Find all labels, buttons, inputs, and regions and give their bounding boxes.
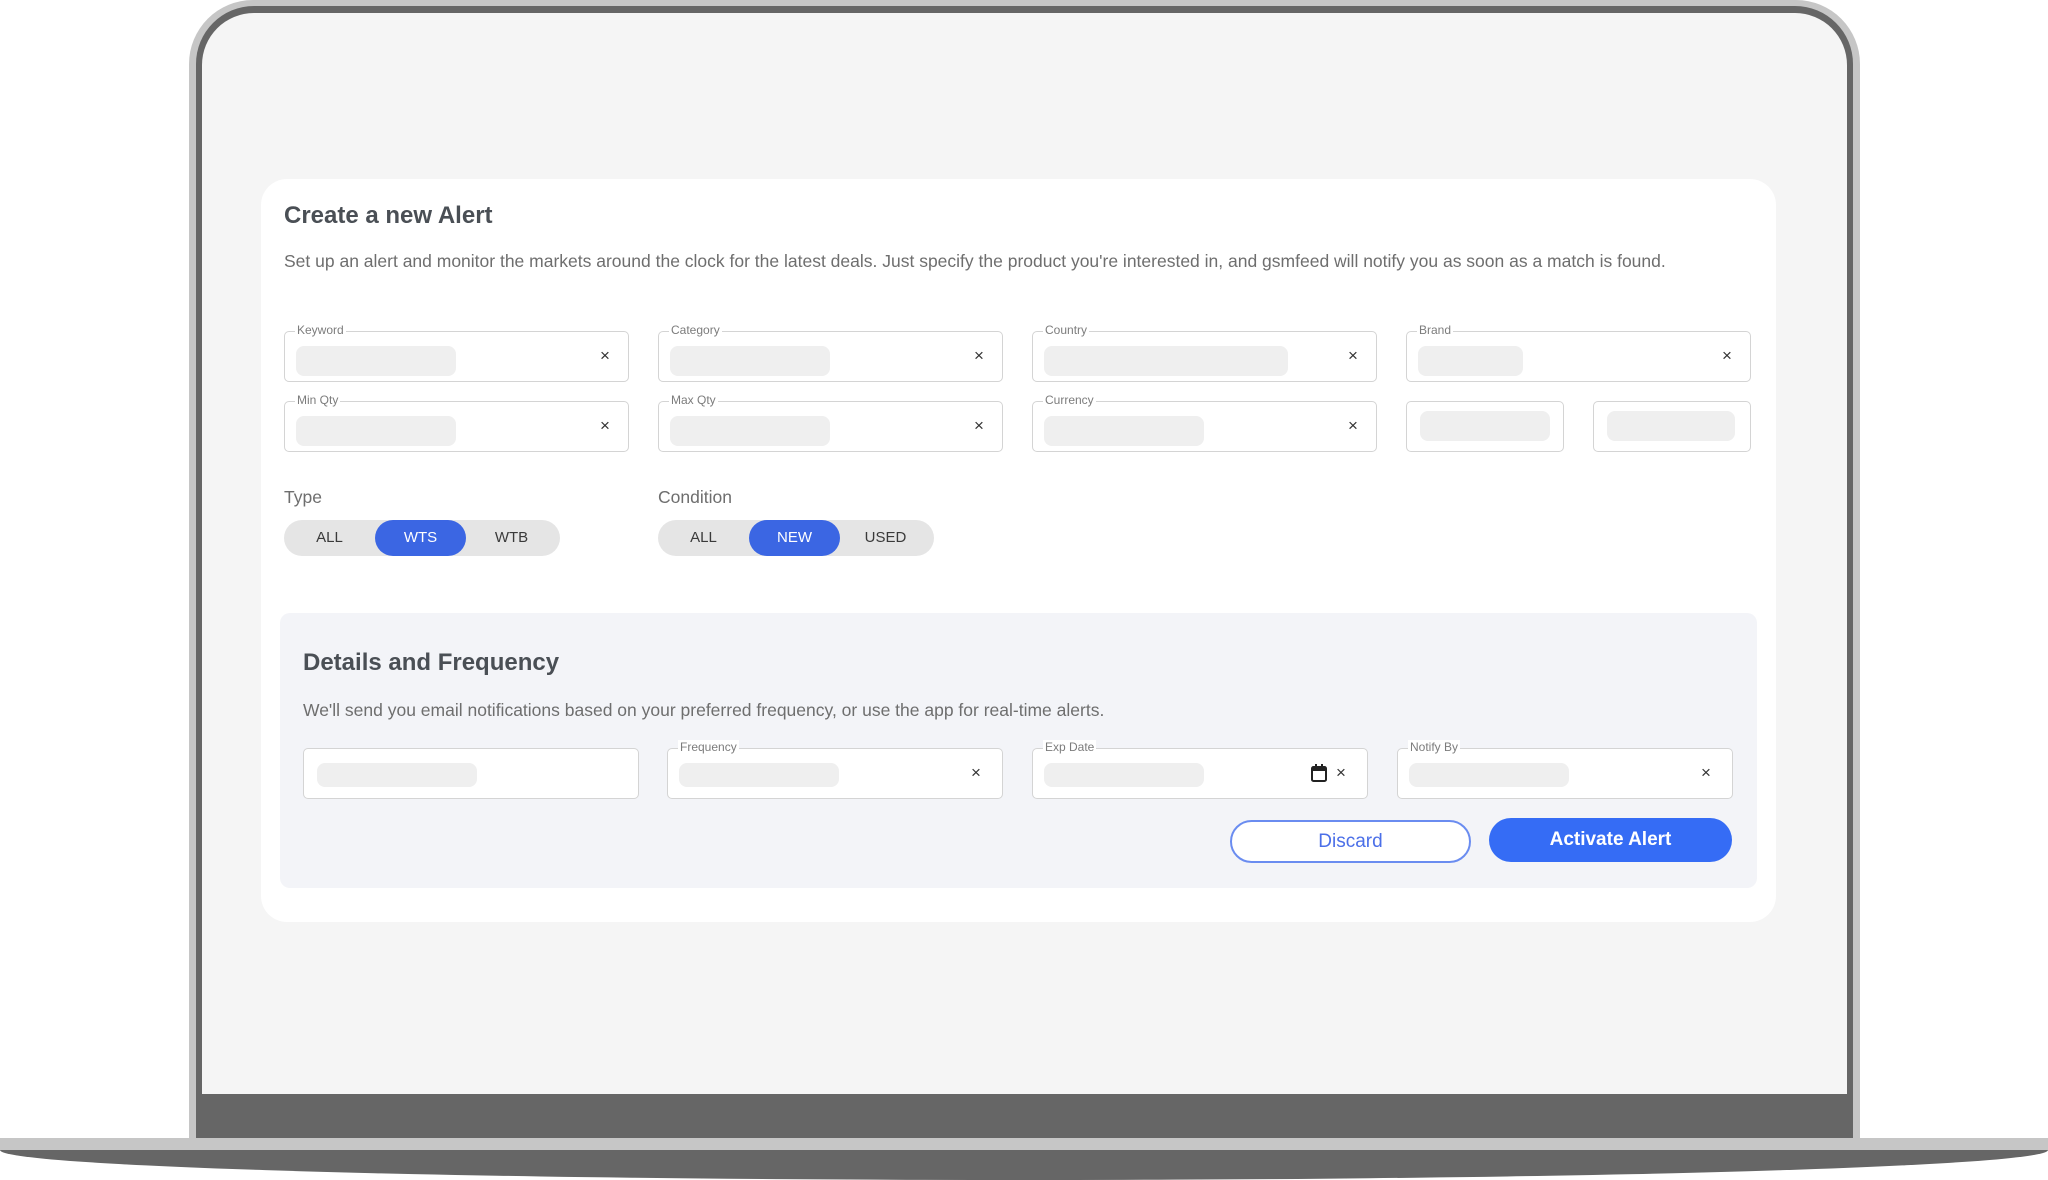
page-description: Set up an alert and monitor the markets … [284, 251, 1666, 271]
country-label: Country [1043, 323, 1090, 337]
condition-toggle: ALL NEW USED [658, 520, 934, 556]
type-toggle: ALL WTS WTB [284, 520, 560, 556]
min-qty-label: Min Qty [295, 393, 341, 407]
condition-option-used[interactable]: USED [840, 520, 931, 556]
condition-option-all[interactable]: ALL [658, 520, 749, 556]
type-label: Type [284, 487, 322, 507]
notify-by-label: Notify By [1408, 740, 1461, 754]
notify-by-field[interactable]: Notify By × [1397, 740, 1733, 799]
max-qty-label: Max Qty [669, 393, 718, 407]
close-icon[interactable]: × [969, 415, 989, 437]
condition-option-new[interactable]: NEW [749, 520, 840, 556]
details-frequency-panel: Details and Frequency We'll send you ema… [280, 613, 1757, 888]
alert-name-field[interactable] [303, 748, 639, 799]
close-icon[interactable]: × [969, 345, 989, 367]
keyword-field[interactable]: Keyword × [284, 323, 629, 382]
max-qty-input[interactable] [670, 416, 830, 446]
type-option-wts[interactable]: WTS [375, 520, 466, 556]
price-min-field[interactable] [1406, 401, 1564, 452]
price-min-input[interactable] [1420, 411, 1550, 441]
exp-date-label: Exp Date [1043, 740, 1097, 754]
currency-label: Currency [1043, 393, 1096, 407]
keyword-input[interactable] [296, 346, 456, 376]
type-option-wtb[interactable]: WTB [466, 520, 557, 556]
currency-input[interactable] [1044, 416, 1204, 446]
close-icon[interactable]: × [1696, 762, 1716, 784]
laptop-base [0, 1150, 2048, 1180]
frequency-label: Frequency [678, 740, 739, 754]
country-field[interactable]: Country × [1032, 323, 1377, 382]
min-qty-input[interactable] [296, 416, 456, 446]
brand-label: Brand [1417, 323, 1454, 337]
brand-input[interactable] [1418, 346, 1523, 376]
type-option-all[interactable]: ALL [284, 520, 375, 556]
close-icon[interactable]: × [966, 762, 986, 784]
country-input[interactable] [1044, 346, 1288, 376]
close-icon[interactable]: × [1331, 762, 1351, 784]
condition-label: Condition [658, 487, 732, 507]
min-qty-field[interactable]: Min Qty × [284, 393, 629, 452]
discard-button[interactable]: Discard [1230, 820, 1471, 863]
price-max-field[interactable] [1593, 401, 1751, 452]
max-qty-field[interactable]: Max Qty × [658, 393, 1003, 452]
keyword-label: Keyword [295, 323, 346, 337]
close-icon[interactable]: × [1717, 345, 1737, 367]
price-max-input[interactable] [1607, 411, 1735, 441]
close-icon[interactable]: × [1343, 345, 1363, 367]
close-icon[interactable]: × [595, 345, 615, 367]
calendar-icon[interactable] [1310, 763, 1328, 783]
details-title: Details and Frequency [303, 649, 560, 676]
page-title: Create a new Alert [284, 202, 493, 229]
exp-date-field[interactable]: Exp Date × [1032, 740, 1368, 799]
notify-by-input[interactable] [1409, 763, 1569, 787]
brand-field[interactable]: Brand × [1406, 323, 1751, 382]
create-alert-card: Create a new Alert Set up an alert and m… [261, 179, 1776, 922]
alert-name-input[interactable] [317, 763, 477, 787]
close-icon[interactable]: × [1343, 415, 1363, 437]
category-field[interactable]: Category × [658, 323, 1003, 382]
frequency-input[interactable] [679, 763, 839, 787]
frequency-field[interactable]: Frequency × [667, 740, 1003, 799]
laptop-base-top [0, 1138, 2048, 1150]
close-icon[interactable]: × [595, 415, 615, 437]
category-input[interactable] [670, 346, 830, 376]
activate-alert-button[interactable]: Activate Alert [1489, 818, 1732, 862]
category-label: Category [669, 323, 722, 337]
details-description: We'll send you email notifications based… [303, 700, 1105, 720]
currency-field[interactable]: Currency × [1032, 393, 1377, 452]
exp-date-input[interactable] [1044, 763, 1204, 787]
laptop-screen: Create a new Alert Set up an alert and m… [202, 13, 1847, 1094]
